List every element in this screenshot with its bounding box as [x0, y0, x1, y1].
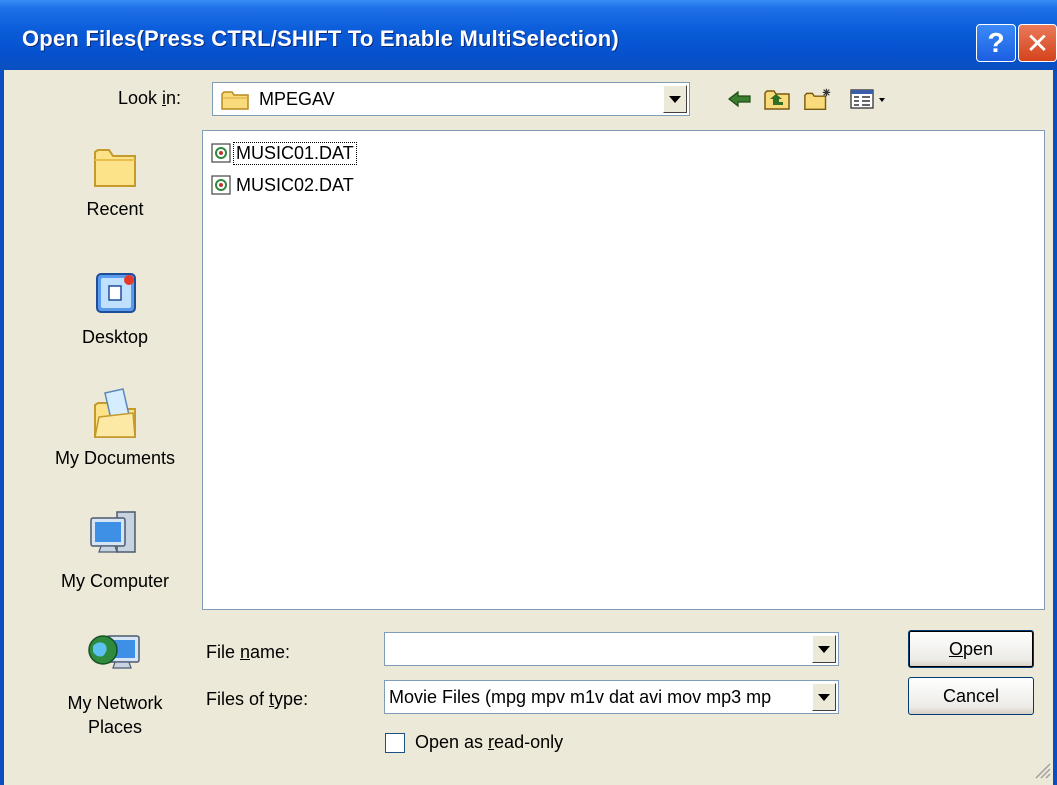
look-in-label: Look in: [118, 88, 181, 109]
my-network-places-icon [30, 626, 200, 691]
chevron-down-icon [818, 645, 830, 653]
file-name-input[interactable] [384, 632, 839, 666]
desktop-icon [30, 268, 200, 325]
files-of-type-dropdown-arrow[interactable] [812, 683, 836, 711]
place-recent[interactable]: Recent [30, 140, 200, 221]
look-in-dropdown-arrow[interactable] [663, 85, 687, 113]
close-button[interactable]: ✕ [1018, 24, 1057, 62]
file-name: MUSIC02.DAT [236, 174, 354, 195]
files-of-type-dropdown[interactable]: Movie Files (mpg mpv m1v dat avi mov mp3… [384, 680, 839, 714]
look-in-value: MPEGAV [259, 89, 335, 109]
place-label-line2: Places [87, 717, 143, 737]
read-only-label-pre: Open as [415, 732, 489, 752]
media-file-icon [211, 175, 231, 195]
my-documents-icon [30, 385, 200, 446]
open-button-label: pen [962, 638, 994, 659]
close-icon: ✕ [1025, 27, 1050, 59]
create-new-folder-icon[interactable] [803, 84, 833, 114]
place-label: My Computer [60, 571, 170, 591]
place-label: Recent [86, 199, 144, 219]
recent-folder-icon [30, 140, 200, 197]
window-title: Open Files(Press CTRL/SHIFT To Enable Mu… [22, 26, 619, 51]
title-bar[interactable]: Open Files(Press CTRL/SHIFT To Enable Mu… [0, 0, 1057, 70]
window-border-right [1053, 70, 1057, 785]
my-computer-icon [30, 508, 200, 569]
place-label: Desktop [81, 327, 149, 347]
place-label: My Documents [54, 448, 176, 468]
window-border-left [0, 70, 4, 785]
read-only-label-post: ead-only [494, 732, 564, 752]
help-icon: ? [987, 27, 1005, 58]
look-in-dropdown[interactable]: MPEGAV [212, 82, 690, 116]
view-menu-icon[interactable] [848, 84, 892, 114]
folder-icon [221, 89, 251, 116]
place-label-line1: My Network [67, 693, 163, 713]
place-my-computer[interactable]: My Computer [30, 508, 200, 593]
help-button[interactable]: ? [976, 24, 1016, 62]
file-name-dropdown-arrow[interactable] [812, 635, 836, 663]
files-of-type-label-post: ype: [274, 689, 309, 709]
back-arrow-icon[interactable] [725, 84, 755, 114]
up-one-level-icon[interactable] [762, 84, 792, 114]
open-as-read-only-checkbox[interactable] [385, 733, 405, 753]
file-name-label-post: ame: [250, 642, 291, 662]
file-name: MUSIC01.DAT [233, 141, 357, 165]
files-of-type-label-pre: Files of [206, 689, 270, 709]
files-of-type-label: Files of type: [206, 689, 308, 710]
place-desktop[interactable]: Desktop [30, 268, 200, 349]
open-as-read-only-label: Open as read-only [415, 732, 563, 753]
cancel-button[interactable]: Cancel [908, 677, 1034, 715]
list-item[interactable]: MUSIC01.DAT [211, 140, 357, 166]
open-button-accel: O [948, 638, 963, 659]
file-list[interactable]: MUSIC01.DAT MUSIC02.DAT [202, 130, 1045, 610]
look-in-label-pre: Look [118, 88, 163, 108]
list-item[interactable]: MUSIC02.DAT [211, 172, 356, 198]
open-button[interactable]: Open [908, 630, 1034, 668]
place-my-network-places[interactable]: My Network Places [30, 626, 200, 739]
look-in-label-post: n: [166, 88, 182, 108]
files-of-type-value: Movie Files (mpg mpv m1v dat avi mov mp3… [389, 687, 772, 707]
file-name-label: File name: [206, 642, 290, 663]
cancel-button-label: Cancel [942, 685, 1000, 706]
place-my-documents[interactable]: My Documents [30, 385, 200, 470]
chevron-down-icon [669, 95, 681, 103]
resize-grip-icon[interactable] [1030, 758, 1052, 785]
file-name-label-accel: n [240, 642, 251, 662]
chevron-down-icon [818, 693, 830, 701]
file-name-label-pre: File [206, 642, 241, 662]
media-file-icon [211, 143, 231, 163]
